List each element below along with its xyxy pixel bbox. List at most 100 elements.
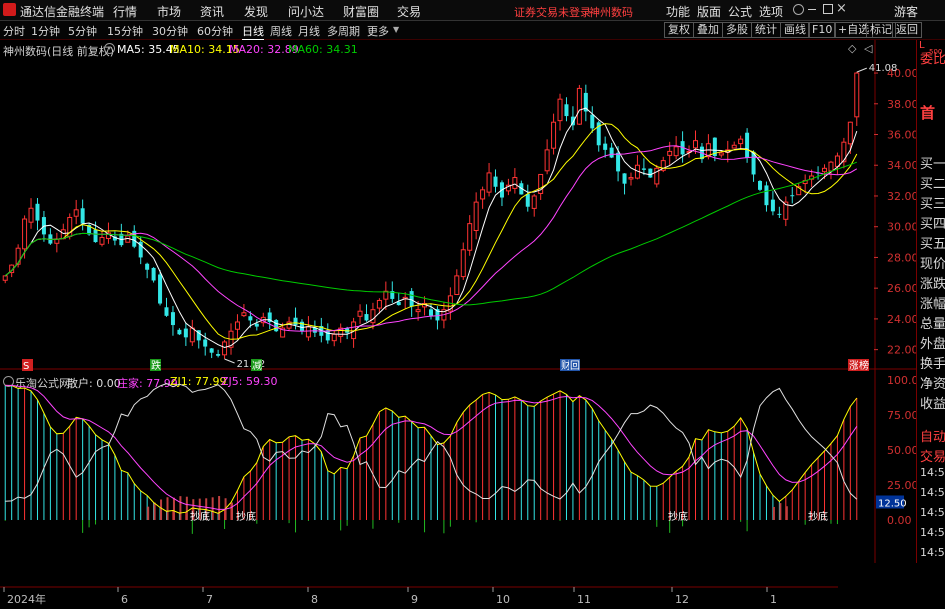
- price-tick-label: 28.00: [887, 251, 916, 264]
- close-icon[interactable]: ×: [836, 1, 847, 16]
- menu-news[interactable]: 资讯: [200, 3, 224, 20]
- price-tick-label: 32.00: [887, 190, 916, 203]
- layout-button[interactable]: 版面: [697, 3, 721, 20]
- quote-label-11: 外盘: [920, 337, 945, 352]
- event-marker[interactable]: 涨: [849, 360, 859, 372]
- draw-button[interactable]: 画线: [780, 22, 810, 38]
- candle-body: [764, 185, 769, 206]
- period-toolbar: 分时 1分钟 5分钟 15分钟 30分钟 60分钟 日线 周线 月线 多周期 更…: [0, 21, 945, 40]
- candle-body: [396, 301, 401, 306]
- candle-body: [758, 180, 763, 190]
- candle-body: [409, 291, 414, 307]
- multi-stock-button[interactable]: 多股: [722, 22, 752, 38]
- event-marker[interactable]: 减: [252, 360, 262, 372]
- menu-trade[interactable]: 交易: [397, 3, 421, 20]
- event-marker[interactable]: 榜: [859, 359, 869, 372]
- candle-body: [486, 172, 492, 193]
- adjust-button[interactable]: 复权: [664, 22, 694, 38]
- candle-body: [745, 132, 750, 158]
- period-5min[interactable]: 5分钟: [68, 23, 97, 39]
- candle-body: [576, 87, 582, 125]
- period-multi[interactable]: 多周期: [327, 23, 360, 39]
- date-tick-label: 11: [577, 593, 591, 606]
- guest-label[interactable]: 游客: [894, 3, 918, 20]
- quote-label-5: 买四: [920, 217, 945, 232]
- period-1min[interactable]: 1分钟: [31, 23, 60, 39]
- period-15min[interactable]: 15分钟: [107, 23, 143, 39]
- quote-label-16[interactable]: 交易: [920, 446, 945, 465]
- menu-quotes[interactable]: 行情: [113, 3, 137, 20]
- candle-body: [35, 203, 40, 221]
- function-button[interactable]: 功能: [666, 3, 690, 20]
- date-tick-label: 6: [121, 593, 128, 606]
- price-tick-label: 30.00: [887, 221, 916, 234]
- menu-wealth[interactable]: 财富圈: [343, 3, 379, 20]
- app-title: 通达信金融终端: [20, 5, 105, 19]
- candle-body: [73, 209, 79, 217]
- candle-body: [274, 320, 279, 332]
- candle-body: [628, 177, 634, 180]
- candle-body: [512, 177, 518, 189]
- event-marker[interactable]: 回: [570, 360, 580, 372]
- options-button[interactable]: 选项: [759, 3, 783, 20]
- candle-body: [544, 149, 550, 172]
- date-tick-label: 12: [675, 593, 689, 606]
- back-button[interactable]: 返回: [892, 22, 922, 38]
- candle-body: [241, 312, 247, 317]
- app-logo-icon: [3, 3, 16, 16]
- candle-body: [415, 309, 421, 313]
- login-warning[interactable]: 证券交易未登录: [514, 4, 591, 20]
- candle-body: [331, 333, 337, 342]
- menu-discover[interactable]: 发现: [244, 3, 268, 20]
- sub-tick-label: 50.00: [887, 444, 916, 457]
- candle-body: [93, 229, 98, 243]
- candle-body: [834, 155, 840, 167]
- period-daily[interactable]: 日线: [242, 23, 264, 40]
- price-tick-label: 38.00: [887, 98, 916, 111]
- quote-label-7: 现价: [920, 257, 945, 272]
- event-marker[interactable]: 跌: [151, 359, 161, 372]
- formula-button[interactable]: 公式: [728, 3, 752, 20]
- quote-label-3: 买二: [920, 177, 945, 192]
- quote-label-14: 收益: [920, 397, 945, 412]
- sub-tick-label: 75.00: [887, 409, 916, 422]
- menu-ask[interactable]: 问小达: [288, 3, 324, 20]
- quote-label-8: 涨跌: [920, 277, 945, 292]
- chart-canvas[interactable]: 40.0038.0036.0034.0032.0030.0028.0026.00…: [0, 40, 916, 609]
- period-60min[interactable]: 60分钟: [197, 23, 233, 39]
- period-30min[interactable]: 30分钟: [152, 23, 188, 39]
- overlay-button[interactable]: 叠加: [693, 22, 723, 38]
- candle-body: [429, 309, 433, 316]
- period-weekly[interactable]: 周线: [270, 23, 292, 39]
- period-tick[interactable]: 分时: [3, 23, 25, 39]
- candle-body: [28, 207, 34, 223]
- price-tick-label: 36.00: [887, 129, 916, 142]
- candle-body: [325, 330, 330, 341]
- statistics-button[interactable]: 统计: [751, 22, 781, 38]
- candle-body: [648, 168, 653, 178]
- quote-panel: L 500 委比首买一 买二 买三 买四 买五 现价 涨跌 涨幅 总量 外盘 换手 净资 收益 自动 交易 1…: [916, 40, 945, 609]
- quote-label-18: 14:56: [920, 486, 945, 499]
- f10-button[interactable]: F10: [808, 22, 837, 38]
- candle-body: [254, 323, 259, 327]
- candle-body: [151, 267, 156, 281]
- sub-tick-label: 25.00: [887, 479, 916, 492]
- candle-body: [145, 263, 150, 270]
- date-tick-label: 1: [770, 593, 777, 606]
- quote-label-2: 买一: [920, 157, 945, 172]
- sub-current-value: 12.50: [878, 499, 907, 510]
- candle-body: [616, 152, 621, 172]
- menu-market[interactable]: 市场: [157, 3, 181, 20]
- more-chevron-icon[interactable]: ▼: [393, 25, 399, 34]
- user-icon[interactable]: [793, 4, 804, 15]
- event-marker[interactable]: S: [23, 361, 29, 372]
- maximize-icon[interactable]: [823, 4, 833, 14]
- price-tick-label: 26.00: [887, 282, 916, 295]
- period-monthly[interactable]: 月线: [298, 23, 320, 39]
- candle-body: [622, 173, 627, 184]
- candle-body: [777, 213, 782, 215]
- quote-label-15[interactable]: 自动: [920, 426, 945, 445]
- candle-body: [2, 275, 8, 281]
- period-more[interactable]: 更多: [367, 23, 389, 39]
- minimize-icon[interactable]: [808, 9, 816, 10]
